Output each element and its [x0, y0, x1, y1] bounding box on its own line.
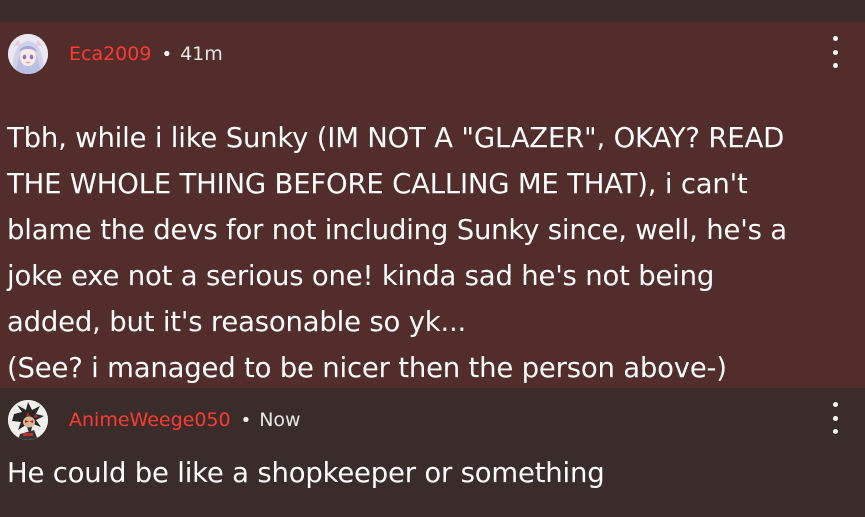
comment-text: He could be like a shopkeeper or somethi… [7, 457, 605, 489]
spiky-hedgehog-avatar-icon [8, 400, 48, 440]
kebab-menu-icon[interactable] [825, 402, 845, 434]
comment-text: Tbh, while i like Sunky (IM NOT A "GLAZE… [7, 122, 787, 384]
menu-dot [832, 402, 838, 407]
username[interactable]: AnimeWeege050 [69, 409, 231, 431]
avatar[interactable] [8, 34, 48, 74]
menu-dot [832, 36, 838, 41]
timestamp: 41m [180, 43, 223, 65]
previous-comment-edge [0, 0, 865, 22]
comment-eca2009: Eca2009 • 41m Tbh, while i like Sunky (I… [0, 22, 865, 388]
avatar[interactable] [8, 400, 48, 440]
kebab-menu-icon[interactable] [825, 36, 845, 68]
menu-dot [832, 49, 838, 55]
timestamp: Now [259, 409, 301, 431]
separator-dot: • [161, 43, 173, 65]
comment-header: AnimeWeege050 • Now [8, 400, 301, 440]
separator-dot: • [240, 409, 252, 431]
menu-dot [832, 415, 838, 421]
comment-animeweege050: AnimeWeege050 • Now He could be like a s… [0, 388, 865, 517]
anime-girl-avatar-icon [8, 34, 48, 74]
menu-dot [832, 63, 838, 68]
menu-dot [832, 429, 838, 434]
username[interactable]: Eca2009 [69, 43, 151, 65]
comment-header: Eca2009 • 41m [8, 34, 223, 74]
